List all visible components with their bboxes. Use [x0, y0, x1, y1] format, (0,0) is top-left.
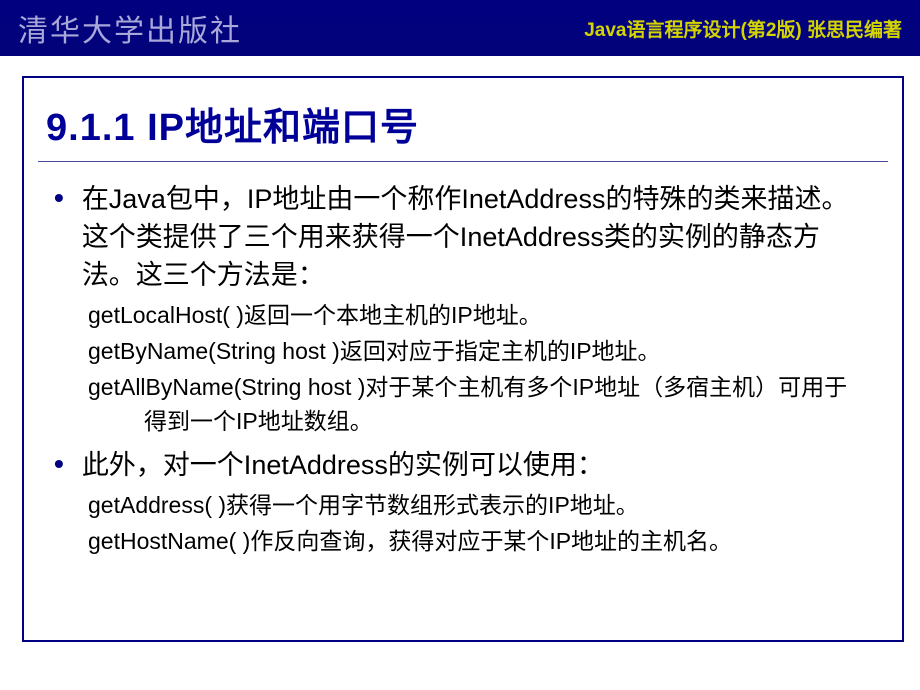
- slide-body: • 在Java包中，IP地址由一个称作InetAddress的特殊的类来描述。这…: [24, 180, 902, 640]
- slide-title: 9.1.1 IP地址和端口号: [24, 78, 902, 161]
- bullet-text: 此外，对一个InetAddress的实例可以使用：: [82, 446, 604, 484]
- slide-header: 清华大学出版社 Java语言程序设计(第2版) 张思民编著: [0, 0, 920, 56]
- title-divider: [38, 161, 888, 162]
- sub-item: getAllByName(String host )对于某个主机有多个IP地址（…: [88, 370, 868, 438]
- slide-container: 9.1.1 IP地址和端口号 • 在Java包中，IP地址由一个称作InetAd…: [22, 76, 904, 642]
- sub-item: getLocalHost( )返回一个本地主机的IP地址。: [88, 298, 868, 332]
- bullet-item: • 此外，对一个InetAddress的实例可以使用：: [84, 446, 868, 484]
- sub-item: getByName(String host )返回对应于指定主机的IP地址。: [88, 334, 868, 368]
- sub-item: getHostName( )作反向查询，获得对应于某个IP地址的主机名。: [88, 524, 868, 558]
- bullet-marker-icon: •: [54, 446, 64, 484]
- bullet-text: 在Java包中，IP地址由一个称作InetAddress的特殊的类来描述。这个类…: [82, 180, 868, 294]
- bullet-marker-icon: •: [54, 180, 64, 294]
- content-area: 9.1.1 IP地址和端口号 • 在Java包中，IP地址由一个称作InetAd…: [0, 56, 920, 642]
- book-info: Java语言程序设计(第2版) 张思民编著: [584, 15, 902, 42]
- bullet-item: • 在Java包中，IP地址由一个称作InetAddress的特殊的类来描述。这…: [84, 180, 868, 294]
- publisher-name: 清华大学出版社: [18, 6, 242, 50]
- sub-item: getAddress( )获得一个用字节数组形式表示的IP地址。: [88, 488, 868, 522]
